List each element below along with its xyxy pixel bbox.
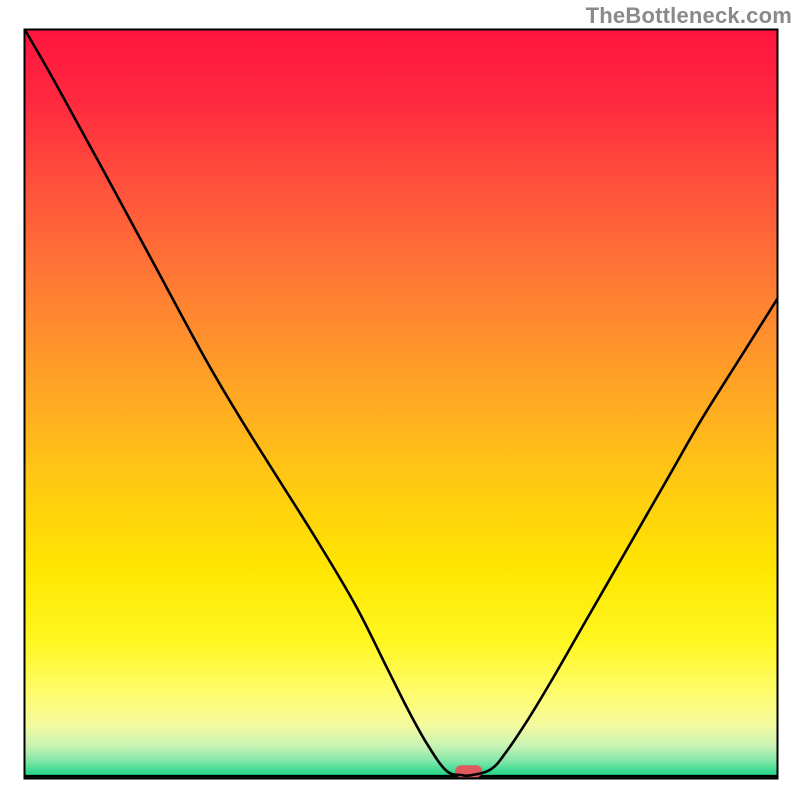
chart-container: TheBottleneck.com [0,0,800,800]
watermark-label: TheBottleneck.com [586,3,792,29]
plot-background [25,30,777,778]
bottleneck-curve-chart [0,0,800,800]
